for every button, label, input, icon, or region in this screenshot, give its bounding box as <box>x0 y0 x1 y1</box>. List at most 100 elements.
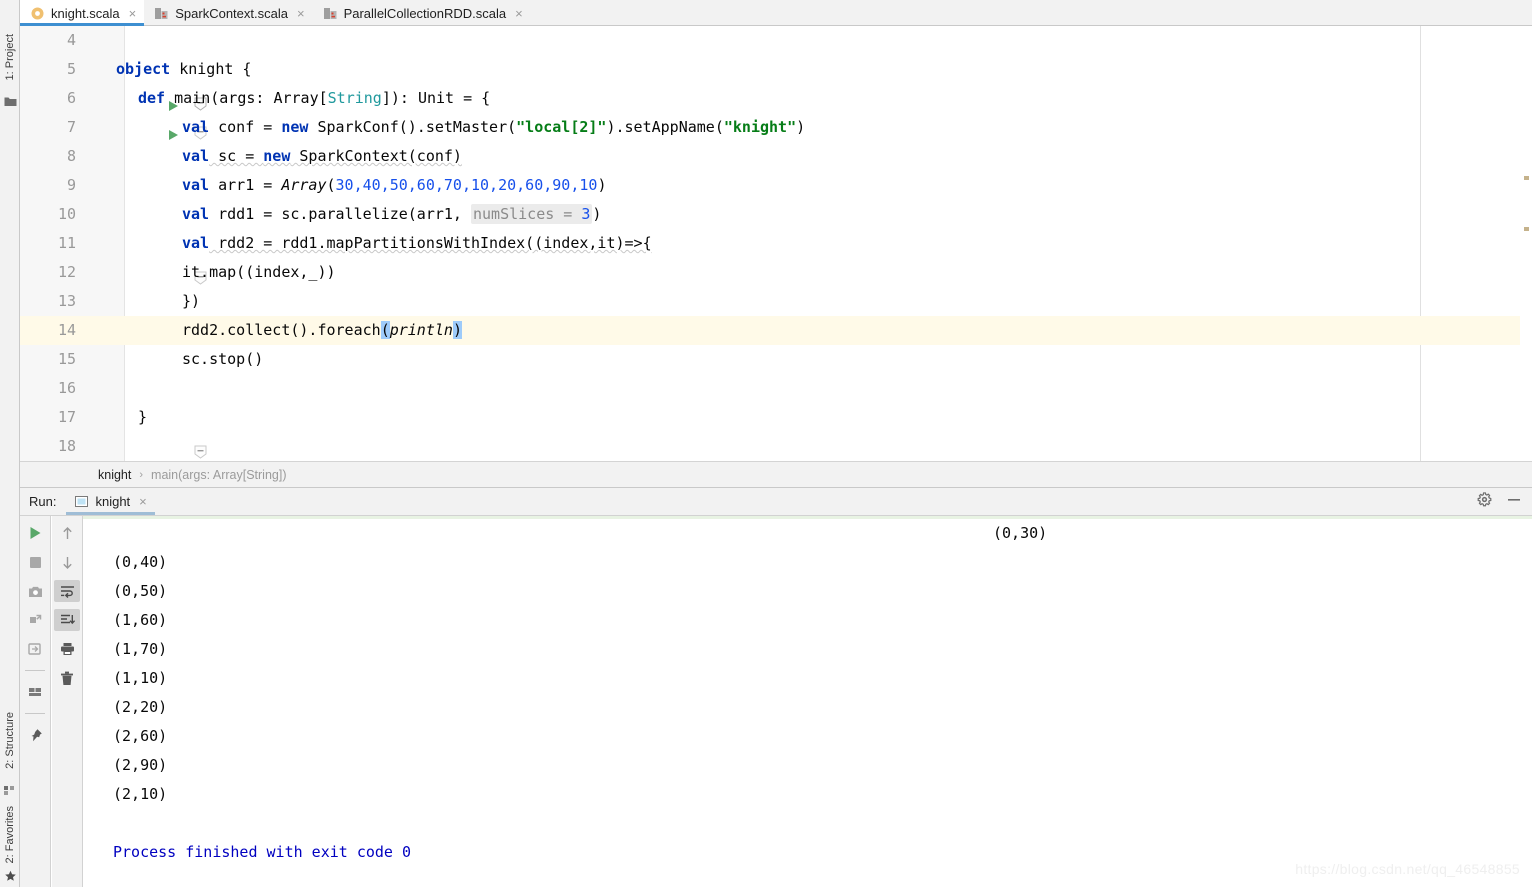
scala-class-library-icon <box>154 6 169 21</box>
code-line[interactable]: 11 val rdd2 = rdd1.mapPartitionsWithInde… <box>20 229 1532 285</box>
code-fragment: conf = <box>209 118 282 136</box>
clear-all-button[interactable] <box>54 667 80 689</box>
console-line: (0,40) <box>113 553 168 571</box>
type-string: String <box>327 89 382 107</box>
layout-settings-button[interactable] <box>22 681 48 703</box>
gear-icon[interactable] <box>1477 491 1492 512</box>
pin-tab-button[interactable] <box>22 724 48 746</box>
breadcrumb[interactable]: knight › main(args: Array[String]) <box>20 461 1532 488</box>
line-number: 9 <box>66 176 76 194</box>
code-line[interactable]: 18 <box>20 432 1532 461</box>
stripe-marker[interactable] <box>1524 176 1529 180</box>
run-toolbar-secondary <box>52 516 83 887</box>
code-line[interactable]: 12 it.map((index,_)) <box>20 258 1532 287</box>
run-tab-knight[interactable]: knight × <box>66 488 156 515</box>
close-icon[interactable]: × <box>297 7 305 20</box>
close-icon[interactable]: × <box>515 7 523 20</box>
sidebar-item-structure[interactable]: 2: Structure <box>0 702 20 778</box>
scroll-up-button[interactable] <box>54 522 80 544</box>
code-text: it.map((index,_)) <box>182 263 336 281</box>
editor-tab-parallelcollectionrdd-scala[interactable]: ParallelCollectionRDD.scala × <box>313 0 531 26</box>
code-line-active[interactable]: 14 rdd2.collect().foreach(println) <box>20 316 1532 345</box>
scroll-to-end-button[interactable] <box>54 609 80 631</box>
code-line[interactable]: 5 object knight { <box>20 55 1532 111</box>
breadcrumb-item-method[interactable]: main(args: Array[String]) <box>151 468 286 482</box>
code-line[interactable]: 17 } <box>20 403 1532 459</box>
watermark: https://blog.csdn.net/qq_46548855 <box>1295 861 1520 877</box>
thread-dump-icon <box>29 614 41 623</box>
run-config-icon <box>74 494 89 509</box>
breadcrumb-item-class[interactable]: knight <box>98 468 131 482</box>
code-text: }) <box>182 292 201 310</box>
sidebar-item-structure-label: 2: Structure <box>4 711 16 769</box>
line-number: 7 <box>66 118 76 136</box>
sidebar-item-project-label: 1: Project <box>4 33 16 81</box>
print-button[interactable] <box>54 638 80 660</box>
code-text: def main(args: Array[String]): Unit = { <box>138 84 490 113</box>
left-tool-window-strip: 1: Project 2: Structure 2: Favorites <box>0 0 20 887</box>
code-line[interactable]: 4 <box>20 26 1532 55</box>
chevron-right-icon: › <box>139 468 144 481</box>
editor-tab-label: ParallelCollectionRDD.scala <box>343 5 507 21</box>
line-number: 5 <box>66 60 76 78</box>
scala-object-icon <box>30 6 45 21</box>
parameter-hint-numslices: numSlices = 3 <box>471 204 593 224</box>
code-line[interactable]: 8 val sc = new SparkContext(conf) <box>20 142 1532 171</box>
line-number: 10 <box>57 205 76 223</box>
close-icon[interactable]: × <box>139 495 147 508</box>
code-text: val arr1 = Array(30,40,50,60,70,10,20,60… <box>182 171 606 200</box>
scroll-down-button[interactable] <box>54 551 80 573</box>
layout-icon <box>28 688 41 696</box>
code-line[interactable]: 10 val rdd1 = sc.parallelize(arr1, numSl… <box>20 200 1532 229</box>
line-number: 14 <box>57 321 76 339</box>
minimize-icon[interactable] <box>1506 492 1522 512</box>
code-line[interactable]: 9 val arr1 = Array(30,40,50,60,70,10,20,… <box>20 171 1532 200</box>
pin-icon <box>31 728 42 741</box>
sidebar-item-favorites[interactable]: 2: Favorites <box>0 800 20 870</box>
line-number: 4 <box>66 31 76 49</box>
arrow-up-icon <box>62 526 72 539</box>
editor-tab-bar: knight.scala × SparkContext.scala × Para… <box>20 0 1532 26</box>
toolbar-divider <box>25 670 45 671</box>
screenshot-button[interactable] <box>22 580 48 602</box>
code-fragment: arr1 = <box>209 176 282 194</box>
code-fragment: ).setAppName( <box>606 118 724 136</box>
code-fragment: ( <box>326 176 336 194</box>
line-number: 15 <box>57 350 76 368</box>
star-icon[interactable] <box>0 868 20 884</box>
stop-button[interactable] <box>22 551 48 573</box>
code-editor[interactable]: 4 5 object knight { 6 def main(args: Arr… <box>20 26 1532 461</box>
code-line[interactable]: 13 }) <box>20 287 1532 343</box>
code-line[interactable]: 16 <box>20 374 1532 403</box>
matching-paren-close: ) <box>452 321 462 339</box>
code-text: } <box>138 408 148 426</box>
error-stripe-column[interactable] <box>1520 26 1532 461</box>
code-lines[interactable]: 4 5 object knight { 6 def main(args: Arr… <box>20 26 1532 461</box>
code-line[interactable]: 7 val conf = new SparkConf().setMaster("… <box>20 113 1532 142</box>
soft-wrap-button[interactable] <box>54 580 80 602</box>
run-tool-window-label: Run: <box>29 494 57 509</box>
folder-icon[interactable] <box>0 92 20 110</box>
console-line: (0,30) <box>993 524 1048 542</box>
rerun-button[interactable] <box>22 522 48 544</box>
keyword-object: object <box>116 60 171 78</box>
code-fragment: rdd1 = sc.parallelize(arr1, <box>209 205 471 223</box>
dump-threads-button[interactable] <box>22 609 48 631</box>
console-line: (1,10) <box>113 669 168 687</box>
code-line[interactable]: 6 def main(args: Array[String]): Unit = … <box>20 84 1532 140</box>
console-output[interactable]: (0,30) (0,40) (0,50) (1,60) (1,70) (1,10… <box>83 516 1532 887</box>
sidebar-item-project[interactable]: 1: Project <box>0 26 20 88</box>
run-tool-window: (0,30) (0,40) (0,50) (1,60) (1,70) (1,10… <box>20 515 1532 887</box>
editor-tab-sparkcontext-scala[interactable]: SparkContext.scala × <box>144 0 312 26</box>
arrow-down-icon <box>62 556 72 569</box>
stripe-marker[interactable] <box>1524 227 1529 231</box>
editor-tab-knight-scala[interactable]: knight.scala × <box>20 0 145 26</box>
console-line: (2,20) <box>113 698 168 716</box>
code-line[interactable]: 15 sc.stop() <box>20 345 1532 374</box>
structure-icon[interactable] <box>0 782 20 798</box>
code-fragment: knight { <box>170 60 252 78</box>
line-number: 17 <box>57 408 76 426</box>
close-icon[interactable]: × <box>129 7 137 20</box>
code-fragment: ) <box>592 205 602 223</box>
restore-layout-button[interactable] <box>22 638 48 660</box>
